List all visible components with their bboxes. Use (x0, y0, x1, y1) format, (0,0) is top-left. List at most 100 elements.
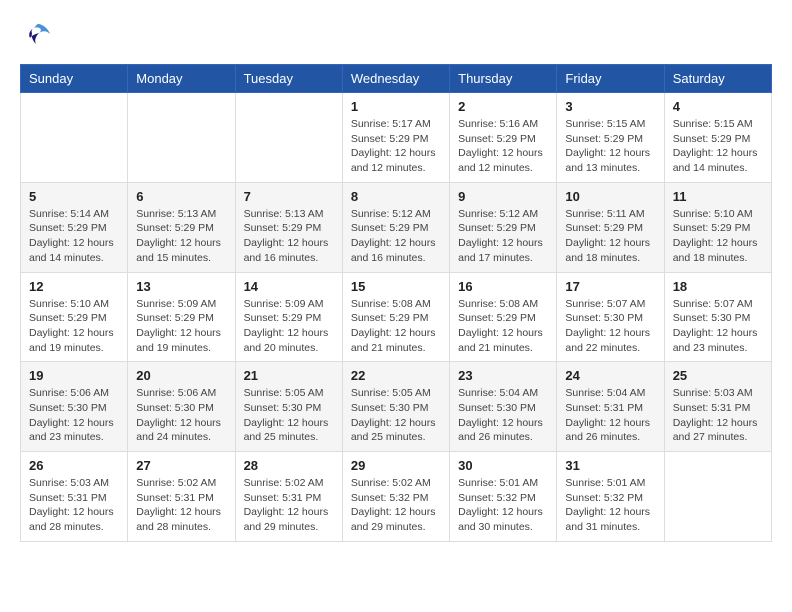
day-info: Sunrise: 5:12 AMSunset: 5:29 PMDaylight:… (351, 207, 441, 266)
day-of-week-header: Monday (128, 65, 235, 93)
calendar-week-row: 5 Sunrise: 5:14 AMSunset: 5:29 PMDaylight… (21, 182, 772, 272)
calendar-cell: 5 Sunrise: 5:14 AMSunset: 5:29 PMDaylight… (21, 182, 128, 272)
calendar-cell: 3 Sunrise: 5:15 AMSunset: 5:29 PMDaylight… (557, 93, 664, 183)
day-info: Sunrise: 5:09 AMSunset: 5:29 PMDaylight:… (136, 297, 226, 356)
day-info: Sunrise: 5:17 AMSunset: 5:29 PMDaylight:… (351, 117, 441, 176)
calendar-header-row: SundayMondayTuesdayWednesdayThursdayFrid… (21, 65, 772, 93)
calendar-cell: 27Sunrise: 5:02 AMSunset: 5:31 PMDayligh… (128, 452, 235, 542)
calendar-week-row: 26Sunrise: 5:03 AMSunset: 5:31 PMDayligh… (21, 452, 772, 542)
calendar-cell: 8 Sunrise: 5:12 AMSunset: 5:29 PMDaylight… (342, 182, 449, 272)
day-number: 6 (136, 189, 226, 204)
day-number: 4 (673, 99, 763, 114)
day-number: 16 (458, 279, 548, 294)
day-info: Sunrise: 5:11 AMSunset: 5:29 PMDaylight:… (565, 207, 655, 266)
day-number: 14 (244, 279, 334, 294)
calendar-cell: 4 Sunrise: 5:15 AMSunset: 5:29 PMDaylight… (664, 93, 771, 183)
calendar-cell: 31 Sunrise: 5:01 AMSunset: 5:32 PMDayligh… (557, 452, 664, 542)
calendar-week-row: 19 Sunrise: 5:06 AMSunset: 5:30 PMDayligh… (21, 362, 772, 452)
day-number: 30 (458, 458, 548, 473)
day-info: Sunrise: 5:06 AMSunset: 5:30 PMDaylight:… (29, 386, 119, 445)
day-info: Sunrise: 5:01 AMSunset: 5:32 PMDaylight:… (565, 476, 655, 535)
day-number: 31 (565, 458, 655, 473)
day-of-week-header: Friday (557, 65, 664, 93)
day-info: Sunrise: 5:08 AMSunset: 5:29 PMDaylight:… (458, 297, 548, 356)
day-of-week-header: Tuesday (235, 65, 342, 93)
calendar-cell: 14 Sunrise: 5:09 AMSunset: 5:29 PMDayligh… (235, 272, 342, 362)
calendar-cell: 21Sunrise: 5:05 AMSunset: 5:30 PMDayligh… (235, 362, 342, 452)
calendar-cell: 24 Sunrise: 5:04 AMSunset: 5:31 PMDayligh… (557, 362, 664, 452)
day-of-week-header: Wednesday (342, 65, 449, 93)
day-number: 13 (136, 279, 226, 294)
day-number: 7 (244, 189, 334, 204)
day-of-week-header: Saturday (664, 65, 771, 93)
day-info: Sunrise: 5:01 AMSunset: 5:32 PMDaylight:… (458, 476, 548, 535)
day-info: Sunrise: 5:05 AMSunset: 5:30 PMDaylight:… (244, 386, 334, 445)
calendar-cell: 16 Sunrise: 5:08 AMSunset: 5:29 PMDayligh… (450, 272, 557, 362)
day-number: 9 (458, 189, 548, 204)
day-of-week-header: Sunday (21, 65, 128, 93)
day-number: 5 (29, 189, 119, 204)
day-info: Sunrise: 5:14 AMSunset: 5:29 PMDaylight:… (29, 207, 119, 266)
calendar-cell: 20 Sunrise: 5:06 AMSunset: 5:30 PMDayligh… (128, 362, 235, 452)
calendar-table: SundayMondayTuesdayWednesdayThursdayFrid… (20, 64, 772, 542)
day-number: 20 (136, 368, 226, 383)
calendar-cell: 30 Sunrise: 5:01 AMSunset: 5:32 PMDayligh… (450, 452, 557, 542)
day-number: 23 (458, 368, 548, 383)
day-info: Sunrise: 5:09 AMSunset: 5:29 PMDaylight:… (244, 297, 334, 356)
day-info: Sunrise: 5:06 AMSunset: 5:30 PMDaylight:… (136, 386, 226, 445)
calendar-week-row: 1Sunrise: 5:17 AMSunset: 5:29 PMDaylight… (21, 93, 772, 183)
calendar-cell: 6 Sunrise: 5:13 AMSunset: 5:29 PMDaylight… (128, 182, 235, 272)
calendar-cell: 28Sunrise: 5:02 AMSunset: 5:31 PMDayligh… (235, 452, 342, 542)
calendar-cell: 26Sunrise: 5:03 AMSunset: 5:31 PMDayligh… (21, 452, 128, 542)
day-info: Sunrise: 5:02 AMSunset: 5:31 PMDaylight:… (244, 476, 334, 535)
day-info: Sunrise: 5:05 AMSunset: 5:30 PMDaylight:… (351, 386, 441, 445)
day-info: Sunrise: 5:13 AMSunset: 5:29 PMDaylight:… (244, 207, 334, 266)
day-number: 29 (351, 458, 441, 473)
day-info: Sunrise: 5:13 AMSunset: 5:29 PMDaylight:… (136, 207, 226, 266)
page-header (20, 20, 772, 48)
calendar-cell: 7 Sunrise: 5:13 AMSunset: 5:29 PMDaylight… (235, 182, 342, 272)
day-info: Sunrise: 5:07 AMSunset: 5:30 PMDaylight:… (565, 297, 655, 356)
calendar-cell: 18 Sunrise: 5:07 AMSunset: 5:30 PMDayligh… (664, 272, 771, 362)
day-number: 24 (565, 368, 655, 383)
day-info: Sunrise: 5:04 AMSunset: 5:31 PMDaylight:… (565, 386, 655, 445)
day-number: 2 (458, 99, 548, 114)
day-info: Sunrise: 5:15 AMSunset: 5:29 PMDaylight:… (565, 117, 655, 176)
day-info: Sunrise: 5:08 AMSunset: 5:29 PMDaylight:… (351, 297, 441, 356)
day-of-week-header: Thursday (450, 65, 557, 93)
day-info: Sunrise: 5:16 AMSunset: 5:29 PMDaylight:… (458, 117, 548, 176)
day-info: Sunrise: 5:15 AMSunset: 5:29 PMDaylight:… (673, 117, 763, 176)
calendar-cell: 19 Sunrise: 5:06 AMSunset: 5:30 PMDayligh… (21, 362, 128, 452)
day-info: Sunrise: 5:10 AMSunset: 5:29 PMDaylight:… (29, 297, 119, 356)
calendar-cell: 1Sunrise: 5:17 AMSunset: 5:29 PMDaylight… (342, 93, 449, 183)
calendar-cell: 23 Sunrise: 5:04 AMSunset: 5:30 PMDayligh… (450, 362, 557, 452)
calendar-week-row: 12 Sunrise: 5:10 AMSunset: 5:29 PMDayligh… (21, 272, 772, 362)
calendar-cell: 2 Sunrise: 5:16 AMSunset: 5:29 PMDaylight… (450, 93, 557, 183)
calendar-cell: 22Sunrise: 5:05 AMSunset: 5:30 PMDayligh… (342, 362, 449, 452)
calendar-cell: 15 Sunrise: 5:08 AMSunset: 5:29 PMDayligh… (342, 272, 449, 362)
calendar-cell (21, 93, 128, 183)
calendar-cell: 17 Sunrise: 5:07 AMSunset: 5:30 PMDayligh… (557, 272, 664, 362)
day-info: Sunrise: 5:12 AMSunset: 5:29 PMDaylight:… (458, 207, 548, 266)
day-number: 15 (351, 279, 441, 294)
day-number: 8 (351, 189, 441, 204)
calendar-cell: 12 Sunrise: 5:10 AMSunset: 5:29 PMDayligh… (21, 272, 128, 362)
day-info: Sunrise: 5:10 AMSunset: 5:29 PMDaylight:… (673, 207, 763, 266)
day-number: 25 (673, 368, 763, 383)
day-number: 19 (29, 368, 119, 383)
day-number: 12 (29, 279, 119, 294)
calendar-cell (664, 452, 771, 542)
day-number: 11 (673, 189, 763, 204)
logo (20, 20, 52, 48)
day-info: Sunrise: 5:07 AMSunset: 5:30 PMDaylight:… (673, 297, 763, 356)
calendar-cell: 9 Sunrise: 5:12 AMSunset: 5:29 PMDaylight… (450, 182, 557, 272)
day-number: 18 (673, 279, 763, 294)
logo-bird-icon (24, 20, 52, 48)
day-info: Sunrise: 5:03 AMSunset: 5:31 PMDaylight:… (673, 386, 763, 445)
day-number: 17 (565, 279, 655, 294)
day-number: 3 (565, 99, 655, 114)
day-info: Sunrise: 5:03 AMSunset: 5:31 PMDaylight:… (29, 476, 119, 535)
day-info: Sunrise: 5:02 AMSunset: 5:32 PMDaylight:… (351, 476, 441, 535)
calendar-cell: 11 Sunrise: 5:10 AMSunset: 5:29 PMDayligh… (664, 182, 771, 272)
day-info: Sunrise: 5:04 AMSunset: 5:30 PMDaylight:… (458, 386, 548, 445)
